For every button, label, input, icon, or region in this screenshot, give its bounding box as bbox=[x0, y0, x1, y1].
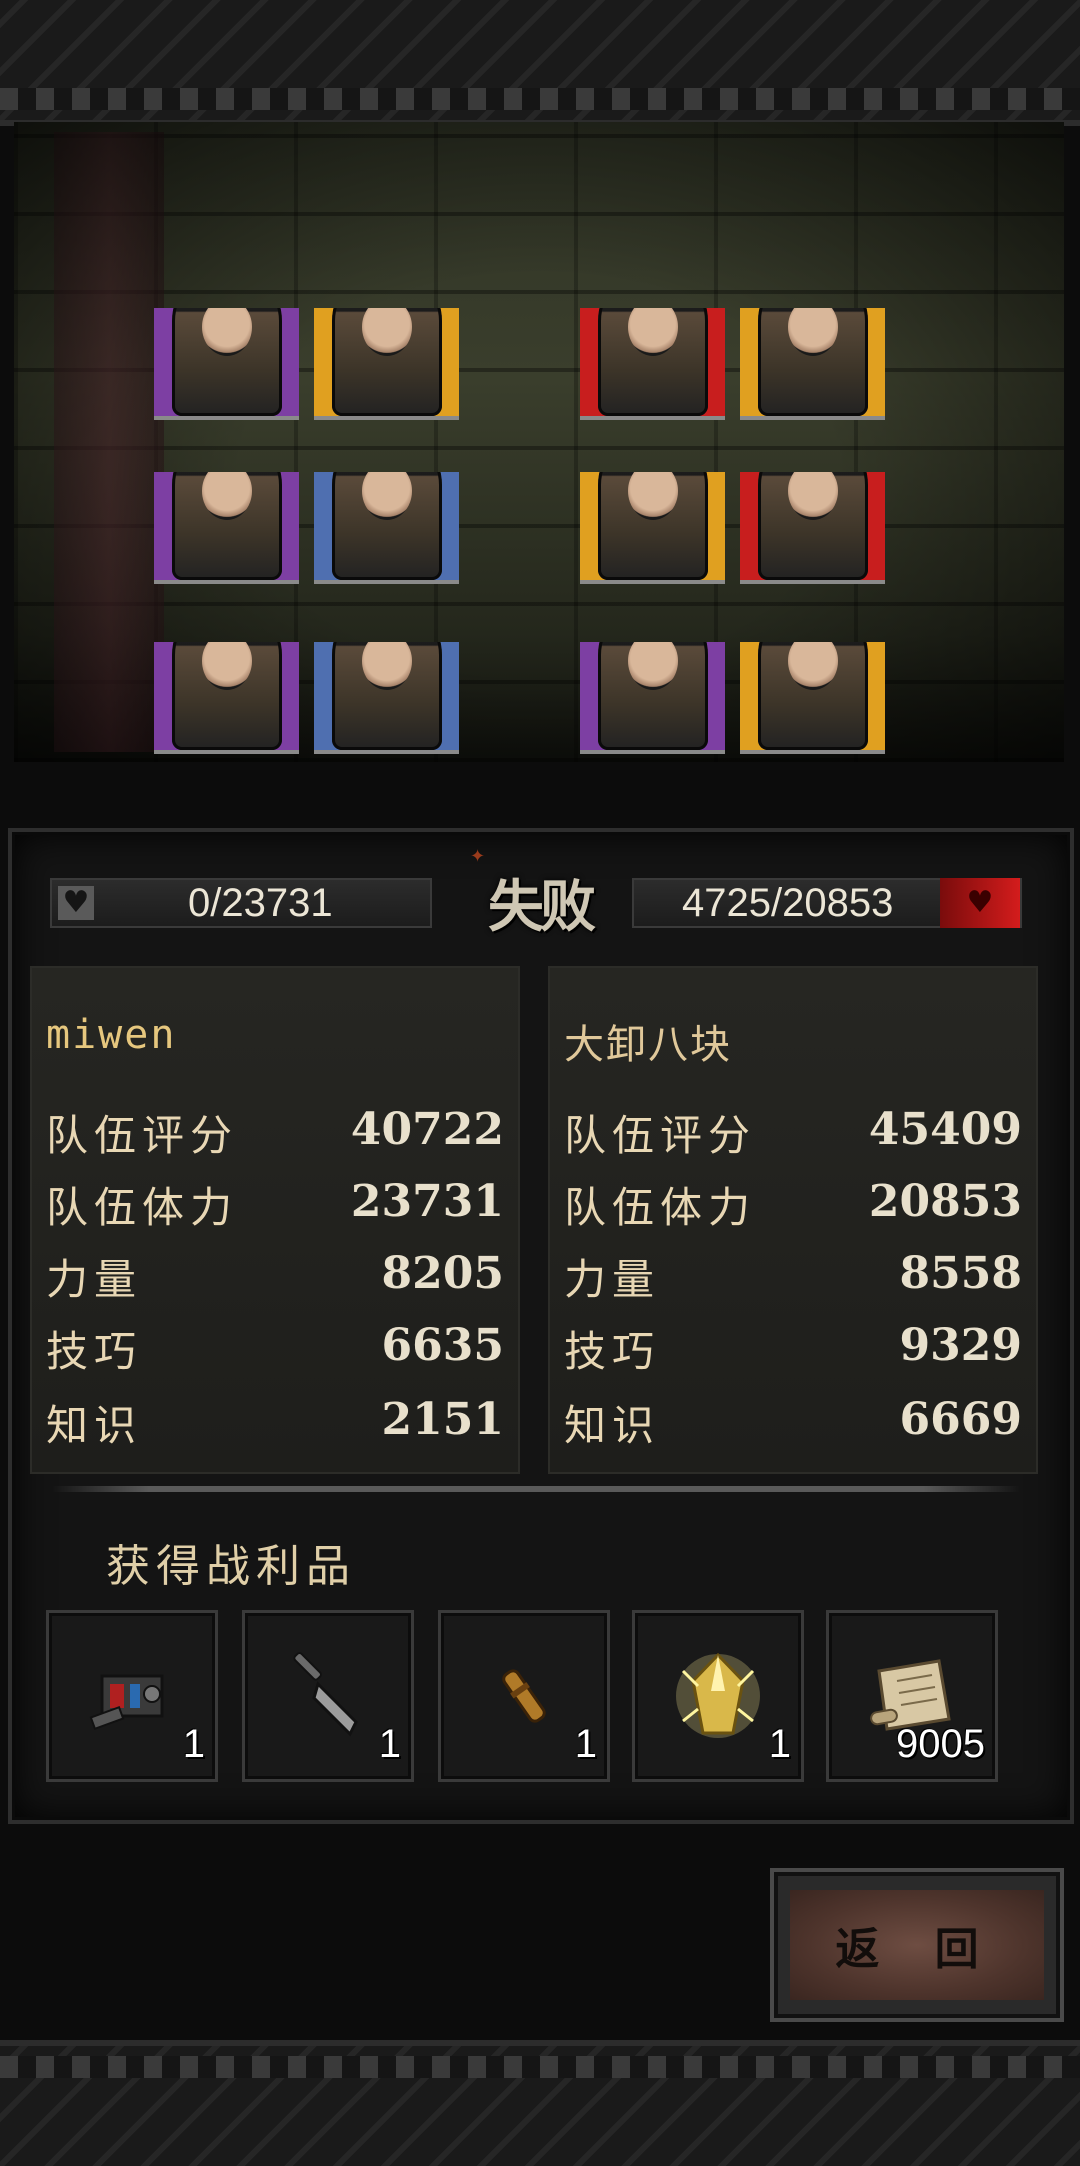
heart-icon: ♥ bbox=[58, 886, 94, 920]
stat-row: 技巧 6635 bbox=[46, 1318, 504, 1378]
stat-value: 8205 bbox=[381, 1248, 504, 1299]
stat-label: 力量 bbox=[564, 1255, 661, 1304]
enemy-hero-6 bbox=[740, 642, 885, 754]
loot-quantity: 1 bbox=[182, 1722, 205, 1766]
loot-slot[interactable]: 1 bbox=[438, 1610, 610, 1782]
stat-label: 队伍体力 bbox=[564, 1183, 757, 1232]
heart-icon: ♥ bbox=[940, 878, 1020, 928]
player-hero-2 bbox=[314, 308, 459, 420]
top-decorative-band bbox=[0, 0, 1080, 126]
enemy-hero-3 bbox=[580, 472, 725, 584]
stat-row: 知识 6669 bbox=[564, 1392, 1022, 1452]
stat-label: 队伍体力 bbox=[46, 1183, 239, 1232]
stat-value: 6635 bbox=[381, 1320, 504, 1371]
stat-label: 队伍评分 bbox=[564, 1111, 757, 1160]
enemy-hero-4 bbox=[740, 472, 885, 584]
battle-scene bbox=[14, 122, 1064, 762]
stat-label: 知识 bbox=[46, 1401, 143, 1450]
stat-value: 9329 bbox=[899, 1320, 1022, 1371]
stat-row: 队伍评分 40722 bbox=[46, 1102, 504, 1162]
enemy-hero-2 bbox=[740, 308, 885, 420]
stat-label: 技巧 bbox=[564, 1327, 661, 1376]
stat-value: 2151 bbox=[381, 1394, 504, 1445]
stat-label: 知识 bbox=[564, 1401, 661, 1450]
player-hp-text: 0/23731 bbox=[188, 881, 333, 925]
enemy-hp-bar: 4725/20853 ♥ bbox=[632, 878, 1022, 928]
cleaver-icon bbox=[270, 1638, 386, 1754]
stat-row: 力量 8205 bbox=[46, 1246, 504, 1306]
enemy-hero-5 bbox=[580, 642, 725, 754]
enemy-name: 大卸八块 bbox=[564, 1022, 732, 1068]
stat-label: 技巧 bbox=[46, 1327, 143, 1376]
loot-title: 获得战利品 bbox=[106, 1541, 356, 1592]
machine-part-icon bbox=[74, 1638, 190, 1754]
loot-slot[interactable]: 9005 bbox=[826, 1610, 998, 1782]
stat-row: 队伍评分 45409 bbox=[564, 1102, 1022, 1162]
stat-label: 力量 bbox=[46, 1255, 143, 1304]
battle-result-label: 失败 bbox=[488, 874, 596, 940]
player-hero-5 bbox=[154, 642, 299, 754]
divider bbox=[52, 1486, 1020, 1492]
result-ornament-icon: ✦ bbox=[470, 846, 486, 867]
bottom-decorative-band bbox=[0, 2040, 1080, 2166]
stat-row: 技巧 9329 bbox=[564, 1318, 1022, 1378]
player-hero-6 bbox=[314, 642, 459, 754]
stat-label: 队伍评分 bbox=[46, 1111, 239, 1160]
energy-crystal-icon bbox=[660, 1638, 776, 1754]
player-name: miwen bbox=[46, 1012, 177, 1058]
player-hero-1 bbox=[154, 308, 299, 420]
scroll-tube-icon bbox=[466, 1638, 582, 1754]
stat-row: 知识 2151 bbox=[46, 1392, 504, 1452]
return-button[interactable]: 返 回 bbox=[770, 1868, 1064, 2022]
loot-slot[interactable]: 1 bbox=[242, 1610, 414, 1782]
player-hp-bar: ♥ 0/23731 bbox=[50, 878, 432, 928]
player-stats-card: miwen 队伍评分 40722 队伍体力 23731 力量 8205 技巧 6… bbox=[30, 966, 520, 1474]
stat-row: 队伍体力 20853 bbox=[564, 1174, 1022, 1234]
stat-row: 队伍体力 23731 bbox=[46, 1174, 504, 1234]
player-hero-3 bbox=[154, 472, 299, 584]
stat-value: 8558 bbox=[899, 1248, 1022, 1299]
enemy-hp-text: 4725/20853 bbox=[682, 881, 894, 925]
loot-quantity: 1 bbox=[768, 1722, 791, 1766]
enemy-hero-1 bbox=[580, 308, 725, 420]
player-hero-4 bbox=[314, 472, 459, 584]
loot-quantity: 1 bbox=[574, 1722, 597, 1766]
stat-value: 20853 bbox=[868, 1176, 1022, 1227]
loot-slot[interactable]: 1 bbox=[46, 1610, 218, 1782]
enemy-stats-card: 大卸八块 队伍评分 45409 队伍体力 20853 力量 8558 技巧 93… bbox=[548, 966, 1038, 1474]
loot-quantity: 9005 bbox=[896, 1722, 985, 1766]
return-button-label: 返 回 bbox=[790, 1890, 1044, 2000]
stat-value: 6669 bbox=[899, 1394, 1022, 1445]
stat-value: 40722 bbox=[350, 1104, 504, 1155]
stat-value: 45409 bbox=[868, 1104, 1022, 1155]
loot-quantity: 1 bbox=[378, 1722, 401, 1766]
loot-slot[interactable]: 1 bbox=[632, 1610, 804, 1782]
stat-row: 力量 8558 bbox=[564, 1246, 1022, 1306]
stat-value: 23731 bbox=[350, 1176, 504, 1227]
